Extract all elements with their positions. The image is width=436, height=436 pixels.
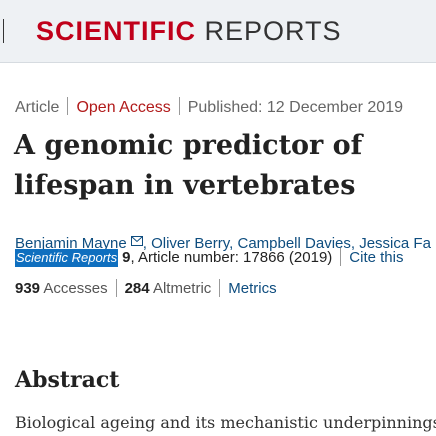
header-divider: [3, 19, 4, 43]
metrics-line: 939 Accesses 284 Altmetric Metrics: [15, 279, 277, 299]
journal-name-word2: REPORTS: [204, 16, 342, 46]
citation-divider: [340, 248, 342, 266]
metrics-link[interactable]: Metrics: [228, 280, 276, 297]
article-type: Article: [15, 99, 60, 116]
site-header: SCIENTIFIC REPORTS: [0, 0, 436, 63]
open-access-label: Open Access: [76, 99, 171, 116]
meta-divider: [67, 97, 69, 115]
accesses-label: Accesses: [43, 280, 108, 297]
envelope-icon[interactable]: [130, 232, 143, 246]
metrics-divider: [219, 279, 221, 297]
citation-line: Scientific Reports 9, Article number: 178…: [15, 248, 403, 268]
journal-name-word1: SCIENTIFIC: [36, 16, 197, 46]
altmetric-count: 284: [124, 280, 150, 297]
metrics-divider: [115, 279, 117, 297]
article-title: A genomic predictor of lifespan in verte…: [14, 130, 363, 201]
altmetric-label: Altmetric: [152, 280, 212, 297]
abstract-text: Biological ageing and its mechanistic un…: [15, 413, 436, 432]
abstract-heading: Abstract: [15, 367, 120, 393]
article-number: , Article number: 17866 (2019): [130, 249, 333, 266]
accesses-count: 939: [15, 280, 41, 297]
published-date: Published: 12 December 2019: [187, 99, 403, 116]
cite-this-link[interactable]: Cite this: [349, 249, 403, 266]
journal-logo-link[interactable]: SCIENTIFIC REPORTS: [36, 14, 342, 48]
meta-divider: [178, 97, 180, 115]
article-meta-line: Article Open Access Published: 12 December…: [15, 97, 403, 118]
volume-number: 9: [122, 249, 131, 266]
journal-title-badge: Scientific Reports: [15, 249, 119, 267]
